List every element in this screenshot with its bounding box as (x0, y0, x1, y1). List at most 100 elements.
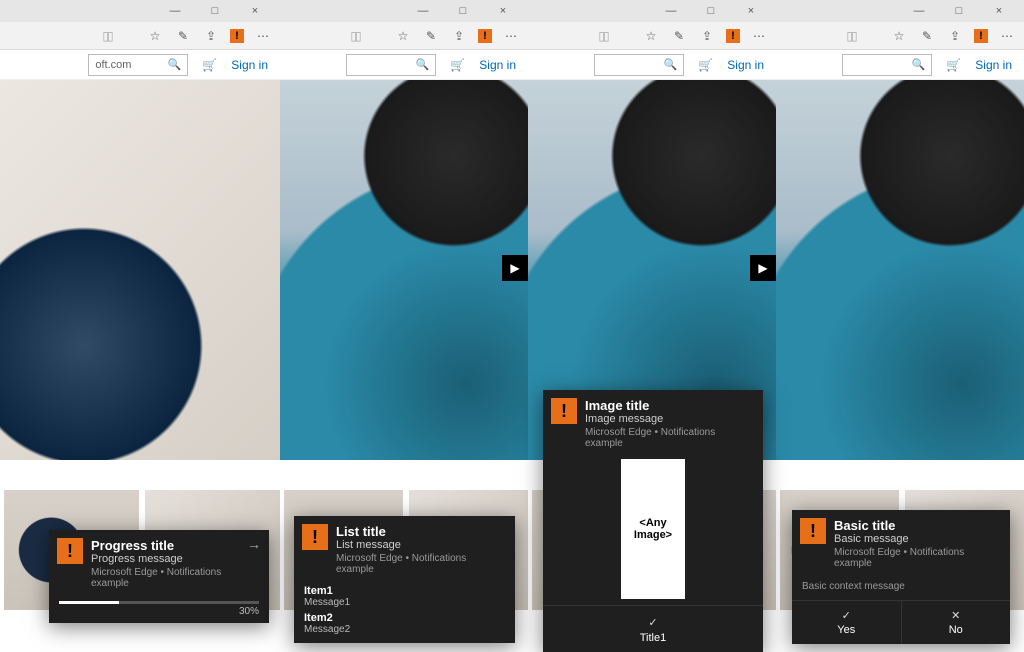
search-input[interactable]: 🔍 (594, 54, 684, 76)
share-icon[interactable]: ⇪ (946, 29, 964, 43)
alert-icon[interactable]: ! (230, 29, 244, 43)
toast-image[interactable]: ! Image title Image message Microsoft Ed… (543, 390, 763, 652)
cart-icon[interactable]: 🛒 (698, 58, 713, 72)
share-icon[interactable]: ⇪ (698, 29, 716, 43)
alert-icon[interactable]: ! (726, 29, 740, 43)
maximize-button[interactable]: □ (696, 5, 726, 17)
toast-image-slot: <Any Image> (553, 459, 753, 599)
toast-list[interactable]: ! List title List message Microsoft Edge… (294, 516, 515, 643)
notes-icon[interactable]: ✎ (670, 29, 688, 43)
more-icon[interactable]: ⋯ (750, 29, 768, 43)
share-icon[interactable]: ⇪ (202, 29, 220, 43)
commandbar: 🔍 🛒 Sign in (528, 50, 776, 80)
minimize-button[interactable]: — (408, 5, 438, 17)
commandbar: 🔍 🛒 Sign in (776, 50, 1024, 80)
carousel-next-icon[interactable]: ▶ (750, 255, 776, 281)
maximize-button[interactable]: □ (944, 5, 974, 17)
toast-title: Image title (585, 398, 751, 413)
progressbar (59, 601, 259, 604)
titlebar: — □ × (280, 0, 528, 22)
reader-icon[interactable]: ▯▯ (842, 29, 860, 43)
maximize-button[interactable]: □ (448, 5, 478, 17)
reader-icon[interactable]: ▯▯ (98, 29, 116, 43)
signin-link[interactable]: Sign in (727, 58, 764, 72)
hero-image (0, 80, 280, 460)
search-input[interactable]: 🔍 (842, 54, 932, 76)
notes-icon[interactable]: ✎ (174, 29, 192, 43)
minimize-button[interactable]: — (656, 5, 686, 17)
toast-message: Basic message (834, 533, 998, 545)
more-icon[interactable]: ⋯ (254, 29, 272, 43)
toolbar: ▯▯ ☆ ✎ ⇪ ! ⋯ (776, 22, 1024, 50)
check-icon: ✓ (543, 616, 763, 629)
toolbar: ▯▯ ☆ ✎ ⇪ ! ⋯ (280, 22, 528, 50)
cart-icon[interactable]: 🛒 (202, 58, 217, 72)
button-label: Yes (837, 624, 855, 636)
no-button[interactable]: ✕ No (901, 601, 1011, 644)
close-button[interactable]: × (984, 5, 1014, 17)
button-label: No (949, 624, 963, 636)
toast-list-items: Item1 Message1 Item2 Message2 (294, 579, 515, 637)
signin-link[interactable]: Sign in (231, 58, 268, 72)
toast-progress[interactable]: → ! Progress title Progress message Micr… (49, 530, 269, 623)
toast-title: Progress title (91, 538, 257, 553)
toast-attribution: Microsoft Edge • Notifications example (834, 547, 998, 569)
notes-icon[interactable]: ✎ (422, 29, 440, 43)
progressbar-fill (59, 601, 119, 604)
toast-message: List message (336, 539, 503, 551)
toast-attribution: Microsoft Edge • Notifications example (585, 427, 751, 449)
toast-title: List title (336, 524, 503, 539)
favorites-icon[interactable]: ☆ (642, 29, 660, 43)
toast-basic[interactable]: ! Basic title Basic message Microsoft Ed… (792, 510, 1010, 644)
signin-link[interactable]: Sign in (975, 58, 1012, 72)
toast-title: Basic title (834, 518, 998, 533)
close-icon: ✕ (902, 609, 1011, 622)
more-icon[interactable]: ⋯ (502, 29, 520, 43)
check-icon: ✓ (792, 609, 901, 622)
share-icon[interactable]: ⇪ (450, 29, 468, 43)
commandbar: oft.com 🔍 🛒 Sign in (0, 50, 280, 80)
image-placeholder: <Any Image> (621, 459, 685, 599)
cart-icon[interactable]: 🛒 (946, 58, 961, 72)
toolbar: ▯▯ ☆ ✎ ⇪ ! ⋯ (0, 22, 280, 50)
list-item-title: Item1 (304, 585, 505, 597)
yes-button[interactable]: ✓ Yes (792, 601, 901, 644)
alert-icon[interactable]: ! (974, 29, 988, 43)
signin-link[interactable]: Sign in (479, 58, 516, 72)
toast-attribution: Microsoft Edge • Notifications example (336, 553, 503, 575)
search-icon: 🔍 (664, 58, 678, 71)
toast-message: Image message (585, 413, 751, 425)
alert-icon[interactable]: ! (478, 29, 492, 43)
more-icon[interactable]: ⋯ (998, 29, 1016, 43)
app-icon: ! (800, 518, 826, 544)
minimize-button[interactable]: — (904, 5, 934, 17)
search-input[interactable]: oft.com 🔍 (88, 54, 188, 76)
list-item-msg: Message2 (304, 624, 505, 635)
reader-icon[interactable]: ▯▯ (594, 29, 612, 43)
titlebar: — □ × (776, 0, 1024, 22)
close-button[interactable]: × (736, 5, 766, 17)
titlebar: — □ × (0, 0, 280, 22)
search-input[interactable]: 🔍 (346, 54, 436, 76)
hero-image (776, 80, 1024, 460)
toast-button[interactable]: ✓ Title1 (543, 606, 763, 652)
favorites-icon[interactable]: ☆ (146, 29, 164, 43)
titlebar: — □ × (528, 0, 776, 22)
reader-icon[interactable]: ▯▯ (346, 29, 364, 43)
toast-message: Progress message (91, 553, 257, 565)
cart-icon[interactable]: 🛒 (450, 58, 465, 72)
close-button[interactable]: × (488, 5, 518, 17)
hero-image: ▶ (280, 80, 528, 460)
favorites-icon[interactable]: ☆ (890, 29, 908, 43)
notes-icon[interactable]: ✎ (918, 29, 936, 43)
toast-attribution: Microsoft Edge • Notifications example (91, 567, 257, 589)
list-item-title: Item2 (304, 612, 505, 624)
search-icon: 🔍 (416, 58, 430, 71)
maximize-button[interactable]: □ (200, 5, 230, 17)
minimize-button[interactable]: — (160, 5, 190, 17)
close-button[interactable]: × (240, 5, 270, 17)
toast-context: Basic context message (792, 573, 1010, 600)
carousel-next-icon[interactable]: ▶ (502, 255, 528, 281)
favorites-icon[interactable]: ☆ (394, 29, 412, 43)
expand-icon[interactable]: → (247, 536, 261, 552)
